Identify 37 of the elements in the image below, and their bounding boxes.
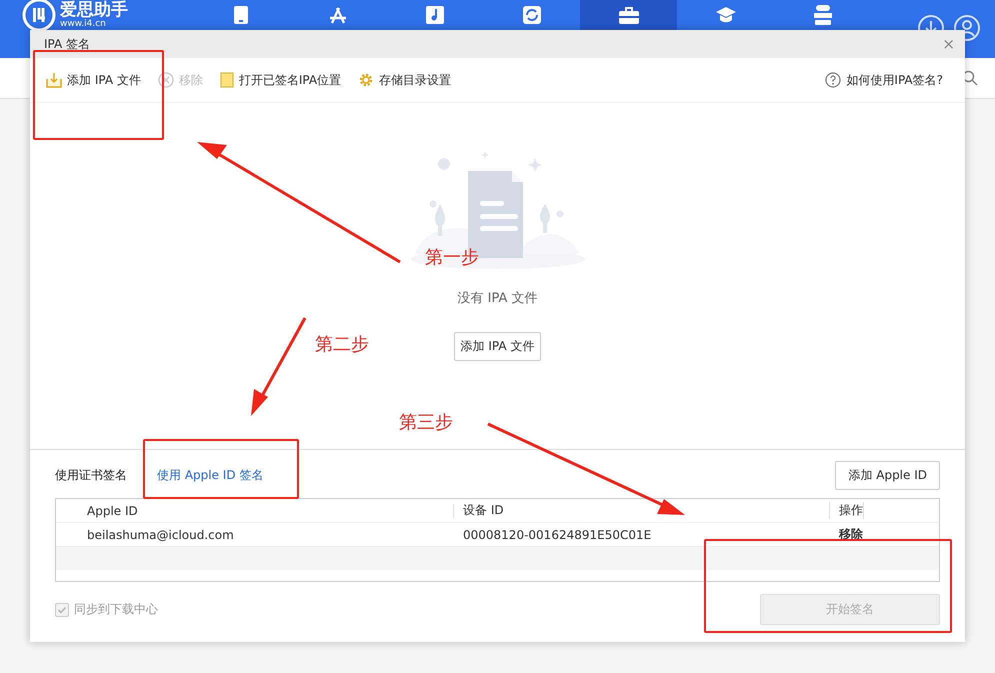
table-cell-text: beilashuma@icloud.com <box>86 528 235 542</box>
dialog-title: IPA 签名 <box>44 36 90 52</box>
toolbox-icon <box>618 6 638 24</box>
app-url: www.i4.cn <box>60 20 107 28</box>
step-label: 第三步 <box>399 411 453 434</box>
settings-icon <box>358 72 374 88</box>
column-header: Apple ID <box>56 504 454 518</box>
sign-mode-tab[interactable]: 使用证书签名 <box>55 466 127 484</box>
note-icon <box>220 72 234 88</box>
step-label: 第一步 <box>425 246 479 269</box>
toolbar-button[interactable]: 存储目录设置 <box>358 72 452 88</box>
search-icon[interactable] <box>962 70 978 86</box>
app-name: 爱思助手 <box>60 2 128 18</box>
help-icon <box>825 72 842 88</box>
app-store-icon <box>328 5 348 25</box>
add-ipa-button[interactable]: 添加 IPA 文件 <box>454 332 542 361</box>
check-icon <box>57 604 67 614</box>
remove-icon <box>158 72 174 88</box>
help-link[interactable]: 如何使用IPA签名? <box>825 72 943 88</box>
music-icon <box>426 6 444 24</box>
step-label: 第二步 <box>315 333 369 356</box>
download-tray-icon <box>46 72 62 88</box>
phone-icon <box>232 5 248 25</box>
column-header: 操作 <box>830 502 864 519</box>
toolbox-stack-icon <box>814 5 832 25</box>
sync-icon <box>522 6 540 24</box>
toolbar-button[interactable]: 添加 IPA 文件 <box>46 72 141 88</box>
toolbar-button[interactable]: 打开已签名IPA位置 <box>220 72 342 88</box>
sync-label: 同步到下载中心 <box>74 601 158 618</box>
add-apple-id-button[interactable]: 添加 Apple ID <box>835 460 940 490</box>
empty-message: 没有 IPA 文件 <box>458 290 538 307</box>
table-cell-text: 00008120-001624891E50C01E <box>462 528 652 542</box>
nav-tab[interactable] <box>580 0 677 30</box>
sign-mode-tab[interactable]: 使用 Apple ID 签名 <box>157 466 264 484</box>
logo-icon <box>22 0 56 30</box>
graduation-cap-icon <box>714 6 736 24</box>
remove-link[interactable]: 移除 <box>830 526 863 543</box>
